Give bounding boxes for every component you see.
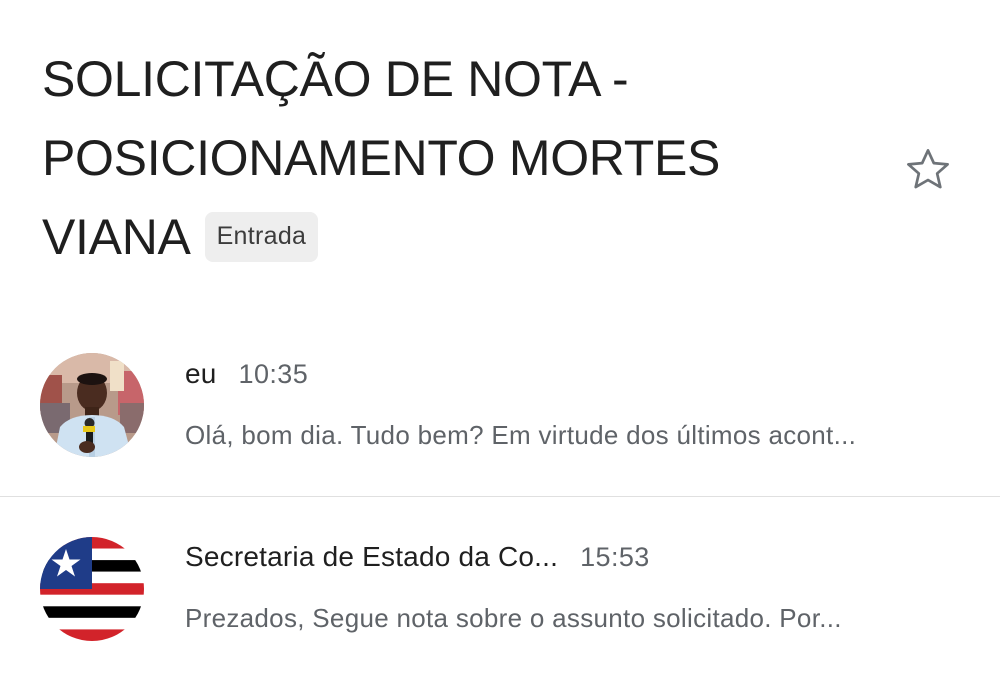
sender-name: Secretaria de Estado da Co... bbox=[185, 541, 559, 572]
star-outline-icon bbox=[907, 149, 949, 189]
message-time: 10:35 bbox=[238, 359, 309, 389]
message-snippet: Olá, bom dia. Tudo bem? Em virtude dos ú… bbox=[185, 420, 857, 450]
message-item[interactable]: Secretaria de Estado da Co... 15:53 Preza… bbox=[0, 497, 1000, 680]
message-snippet: Prezados, Segue nota sobre o assunto sol… bbox=[185, 603, 842, 633]
message-time: 15:53 bbox=[580, 542, 650, 572]
email-thread-view: SOLICITAÇÃO DE NOTA - POSICIONAMENTO MOR… bbox=[0, 0, 1000, 680]
maranhao-flag-icon bbox=[40, 537, 144, 641]
avatar[interactable] bbox=[40, 353, 144, 457]
avatar[interactable] bbox=[40, 537, 144, 641]
message-header: Secretaria de Estado da Co... 15:53 bbox=[185, 541, 650, 573]
star-button[interactable] bbox=[900, 142, 956, 198]
label-chip-inbox[interactable]: Entrada bbox=[204, 212, 319, 262]
message-item[interactable]: eu 10:35 Olá, bom dia. Tudo bem? Em virtu… bbox=[0, 330, 1000, 497]
sender-photo bbox=[40, 353, 144, 457]
message-header: eu 10:35 bbox=[185, 358, 308, 390]
sender-name: eu bbox=[185, 358, 217, 389]
email-subject: SOLICITAÇÃO DE NOTA - POSICIONAMENTO MOR… bbox=[42, 40, 862, 277]
subject-text: SOLICITAÇÃO DE NOTA - POSICIONAMENTO MOR… bbox=[42, 51, 721, 265]
